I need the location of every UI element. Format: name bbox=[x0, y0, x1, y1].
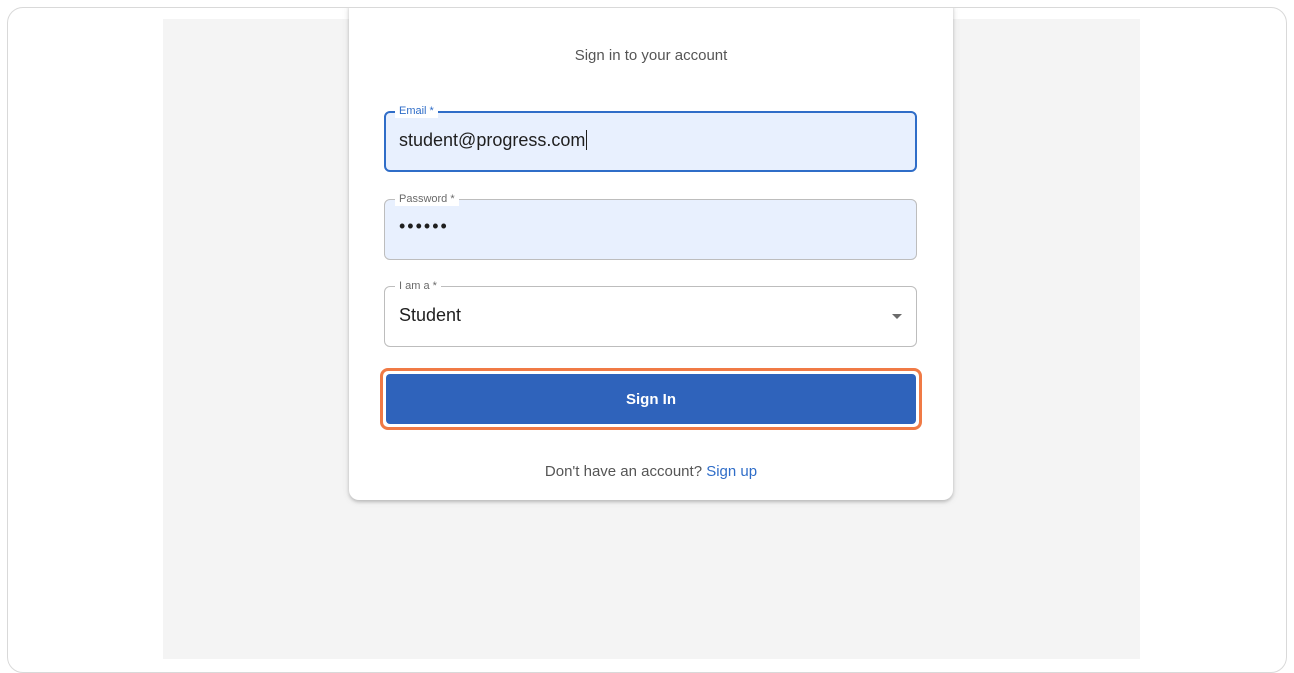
email-field[interactable]: Email * student@progress.com bbox=[384, 104, 917, 172]
signup-prompt-text: Don't have an account? bbox=[544, 463, 703, 480]
role-label: I am a * bbox=[395, 279, 441, 293]
signin-subtitle: Sign in to your account bbox=[574, 47, 728, 64]
signin-highlight: Sign In bbox=[380, 368, 922, 430]
sign-up-link[interactable]: Sign up bbox=[706, 463, 757, 480]
password-field[interactable]: Password * •••••• bbox=[384, 192, 917, 260]
role-value: Student bbox=[399, 305, 462, 325]
chevron-down-icon[interactable] bbox=[892, 314, 902, 319]
email-value: student@progress.com bbox=[399, 130, 588, 150]
browser-frame: Sign in to your account Email * student@… bbox=[7, 7, 1287, 673]
email-label: Email * bbox=[395, 104, 438, 118]
page-viewport: Sign in to your account Email * student@… bbox=[163, 8, 1140, 659]
role-select[interactable]: I am a * Student bbox=[384, 279, 917, 347]
signin-card: Sign in to your account Email * student@… bbox=[349, 8, 953, 500]
password-label: Password * bbox=[395, 192, 459, 206]
signup-prompt: Don't have an account? Sign up bbox=[349, 463, 953, 480]
password-value: •••••• bbox=[399, 216, 449, 236]
text-caret bbox=[586, 130, 588, 150]
sign-in-button[interactable]: Sign In bbox=[386, 374, 916, 424]
